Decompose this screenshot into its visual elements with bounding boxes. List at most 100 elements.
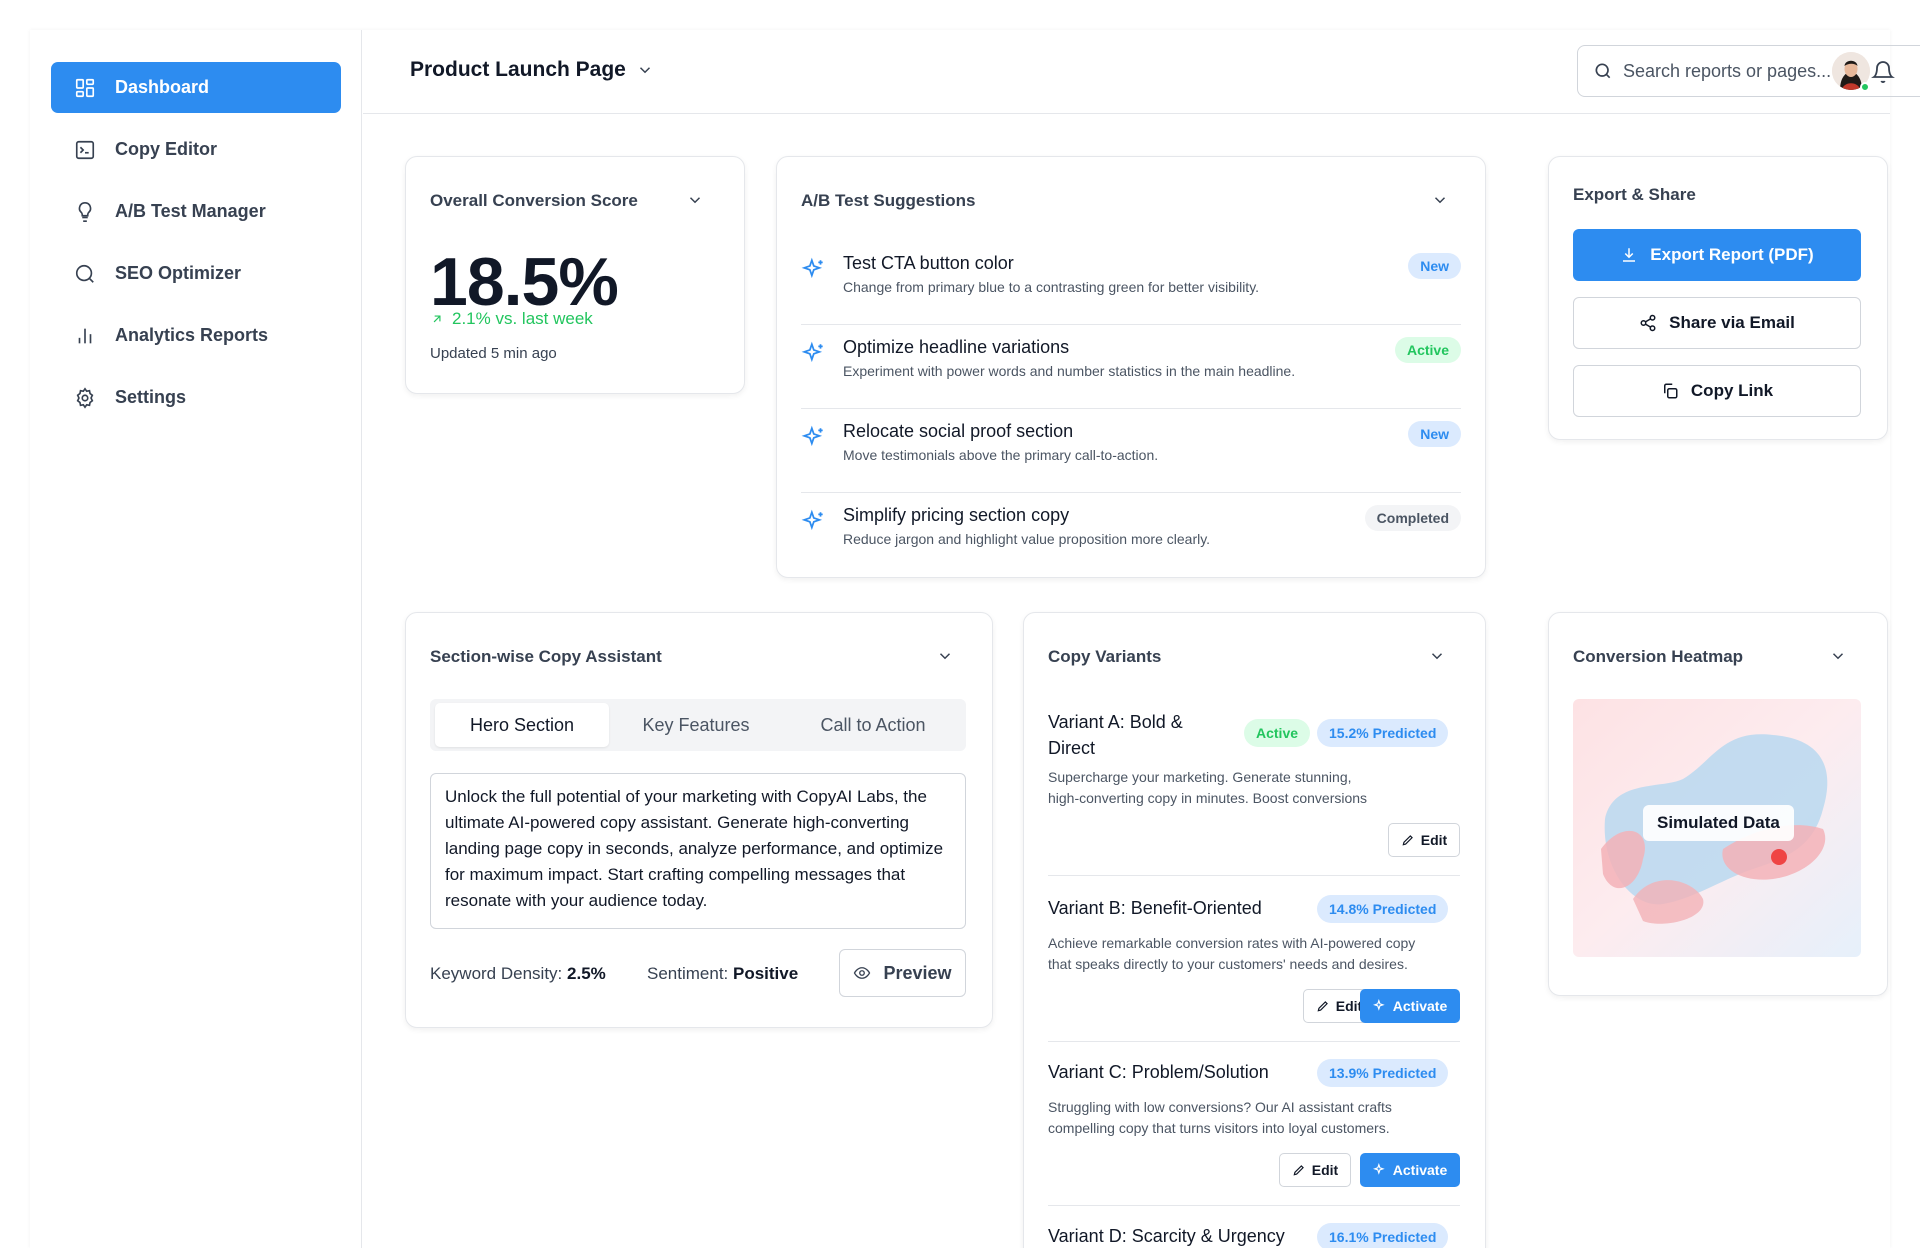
dashboard-icon (73, 76, 97, 100)
sidebar-item-label: A/B Test Manager (115, 201, 266, 221)
sidebar-item-settings[interactable]: Settings (51, 372, 341, 423)
activate-button[interactable]: Activate (1360, 1153, 1460, 1187)
predicted-badge: 14.8% Predicted (1317, 895, 1449, 923)
copy-assistant-card: Section-wise Copy Assistant Hero Section… (405, 612, 993, 1028)
metric-label: Keyword Density: (430, 964, 563, 983)
share-icon (1640, 314, 1656, 332)
divider (1048, 1205, 1460, 1206)
variant-title: Variant B: Benefit-Oriented (1048, 898, 1262, 918)
variant-desc: Achieve remarkable conversion rates with… (1048, 935, 1416, 972)
status-badge: Active (1244, 719, 1311, 747)
variant-title: Variant C: Problem/Solution (1048, 1062, 1269, 1082)
variant-item: Variant B: Benefit-Oriented 14.8% Predic… (1048, 895, 1460, 1059)
suggestion-desc: Move testimonials above the primary call… (843, 447, 1159, 463)
button-label: Activate (1392, 1162, 1448, 1178)
download-icon (1623, 248, 1636, 262)
heatmap-canvas[interactable]: Simulated Data (1573, 699, 1861, 957)
gear-icon (73, 386, 97, 410)
button-label: Activate (1392, 998, 1448, 1014)
sidebar-item-ab-test-manager[interactable]: A/B Test Manager (51, 186, 341, 237)
copy-link-button[interactable]: Copy Link (1573, 365, 1861, 417)
sparkles-icon (801, 257, 827, 283)
collapse-button[interactable] (1431, 191, 1451, 211)
collapse-button[interactable] (1428, 647, 1448, 667)
card-title: Copy Variants (1048, 647, 1162, 666)
variant-title: Variant D: Scarcity & Urgency (1048, 1226, 1285, 1246)
copy-textarea[interactable]: Unlock the full potential of your market… (430, 773, 966, 929)
score-delta: 2.1% vs. last week (430, 309, 593, 329)
chevron-down-icon (689, 197, 701, 204)
sparkles-icon (1372, 1163, 1385, 1175)
metric-value: 2.5% (567, 964, 606, 983)
card-title: Section-wise Copy Assistant (430, 647, 662, 666)
bell-icon (1871, 61, 1895, 83)
chevron-down-icon (639, 67, 650, 74)
button-label: Export Report (PDF) (1650, 245, 1814, 264)
divider (1048, 875, 1460, 876)
export-share-card: Export & Share Export Report (PDF) Share… (1548, 156, 1888, 440)
activate-button[interactable]: Activate (1360, 989, 1460, 1023)
edit-button[interactable]: Edit (1279, 1153, 1351, 1187)
button-label: Share via Email (1669, 313, 1795, 332)
button-label: Preview (883, 962, 952, 983)
notifications-button[interactable] (1868, 57, 1898, 87)
export-pdf-button[interactable]: Export Report (PDF) (1573, 229, 1861, 281)
chevron-down-icon (1434, 197, 1446, 204)
page-selector[interactable]: Product Launch Page (410, 58, 654, 82)
variant-title: Variant A: Bold & Direct (1048, 712, 1183, 758)
search-icon (73, 262, 97, 286)
suggestion-item[interactable]: Test CTA button color Change from primar… (801, 241, 1461, 325)
simulated-data-label: Simulated Data (1643, 805, 1794, 841)
arrow-up-right-icon (433, 315, 441, 323)
sparkles-icon (801, 341, 827, 367)
predicted-badge: 16.1% Predicted (1317, 1223, 1449, 1248)
suggestion-item[interactable]: Optimize headline variations Experiment … (801, 325, 1461, 409)
search-icon (1595, 63, 1611, 79)
sidebar-item-analytics-reports[interactable]: Analytics Reports (51, 310, 341, 361)
suggestion-desc: Reduce jargon and highlight value propos… (843, 531, 1211, 547)
conversion-heatmap-card: Conversion Heatmap Simulated Data (1548, 612, 1888, 996)
updated-timestamp: Updated 5 min ago (430, 345, 557, 362)
card-title: Overall Conversion Score (430, 191, 638, 210)
suggestion-desc: Experiment with power words and number s… (843, 363, 1296, 379)
divider (1048, 1041, 1460, 1042)
section-tabs: Hero Section Key Features Call to Action (430, 699, 966, 751)
collapse-button[interactable] (1829, 647, 1849, 667)
status-badge: New (1408, 253, 1461, 279)
sidebar-item-seo-optimizer[interactable]: SEO Optimizer (51, 248, 341, 299)
chevron-down-icon (939, 653, 951, 660)
collapse-button[interactable] (936, 647, 956, 667)
sidebar: Dashboard Copy Editor A/B Test Manager S… (30, 30, 362, 1248)
sidebar-item-label: SEO Optimizer (115, 263, 242, 283)
sparkles-icon (1372, 999, 1385, 1011)
edit-button[interactable]: Edit (1388, 823, 1460, 857)
copy-icon (1663, 383, 1678, 399)
collapse-button[interactable] (686, 191, 706, 211)
delta-text: 2.1% vs. last week (452, 309, 593, 328)
variant-desc: Struggling with low conversions? Our AI … (1048, 1099, 1392, 1136)
sidebar-item-copy-editor[interactable]: Copy Editor (51, 124, 341, 175)
top-header: Product Launch Page (363, 30, 1920, 114)
predicted-badge: 15.2% Predicted (1317, 719, 1449, 747)
share-email-button[interactable]: Share via Email (1573, 297, 1861, 349)
status-badge: New (1408, 421, 1461, 447)
sidebar-item-dashboard[interactable]: Dashboard (51, 62, 341, 113)
tab-call-to-action[interactable]: Call to Action (785, 703, 961, 747)
suggestion-title: Simplify pricing section copy (843, 505, 1070, 525)
predicted-badge: 13.9% Predicted (1317, 1059, 1449, 1087)
keyword-density: Keyword Density: 2.5% (430, 964, 606, 984)
preview-button[interactable]: Preview (839, 949, 966, 997)
suggestion-item[interactable]: Relocate social proof section Move testi… (801, 409, 1461, 493)
terminal-icon (73, 138, 97, 162)
variant-item: Variant A: Bold & Direct Active 15.2% Pr… (1048, 709, 1460, 889)
pencil-icon (1293, 1165, 1304, 1176)
button-label: Edit (1335, 998, 1363, 1014)
variant-desc: Supercharge your marketing. Generate stu… (1048, 769, 1368, 806)
sparkles-icon (801, 509, 827, 535)
card-title: A/B Test Suggestions (801, 191, 976, 210)
tab-key-features[interactable]: Key Features (610, 703, 782, 747)
tab-hero-section[interactable]: Hero Section (435, 703, 609, 747)
online-status-dot (1860, 82, 1870, 92)
suggestion-item[interactable]: Simplify pricing section copy Reduce jar… (801, 493, 1461, 577)
status-badge: Active (1394, 337, 1461, 363)
